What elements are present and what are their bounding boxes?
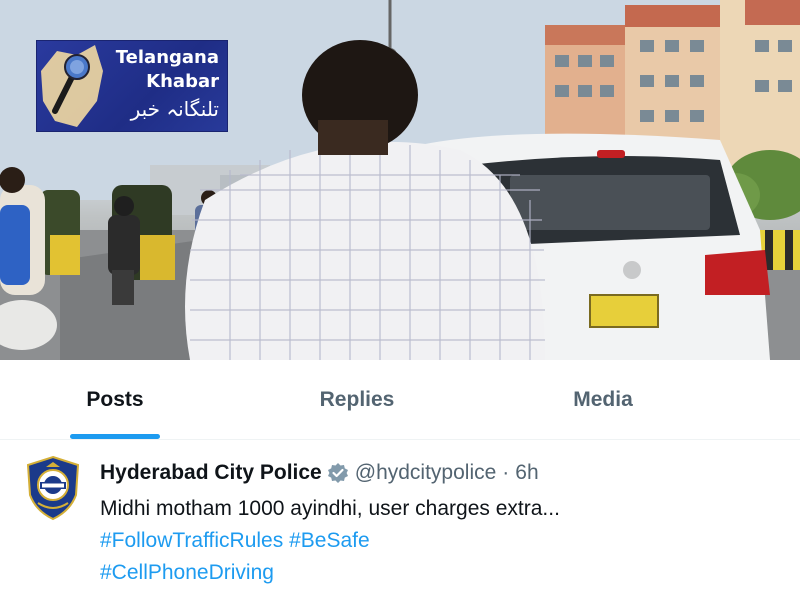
post-header: Hyderabad City Police @hydcitypolice · 6… (100, 461, 790, 485)
logo-urdu-text: تلنگانہ خبر (130, 97, 219, 121)
avatar[interactable] (24, 455, 82, 521)
logo-title-line1: Telangana (115, 47, 219, 68)
post-text: Midhi motham 1000 ayindhi, user charges … (100, 497, 560, 520)
logo-title-line2: Khabar (146, 71, 219, 92)
post-time[interactable]: 6h (515, 461, 538, 485)
hashtags-line1: #FollowTrafficRules #BeSafe (100, 525, 790, 557)
profile-banner-image: Telangana Khabar تلنگانہ خبر (0, 0, 800, 360)
hashtag-followtrafficrules[interactable]: #FollowTrafficRules (100, 529, 283, 552)
hashtags-line2: #CellPhoneDriving (100, 557, 790, 589)
hashtag-besafe[interactable]: #BeSafe (289, 529, 370, 552)
profile-tabs: Posts Replies Media (0, 360, 800, 440)
tab-media[interactable]: Media (518, 360, 688, 440)
police-badge-icon (26, 455, 80, 521)
verified-badge-icon (327, 462, 349, 484)
tab-posts[interactable]: Posts (30, 360, 200, 440)
post-body: Hyderabad City Police @hydcitypolice · 6… (100, 461, 790, 589)
active-tab-indicator (70, 434, 160, 439)
post-item[interactable]: Hyderabad City Police @hydcitypolice · 6… (0, 441, 800, 600)
separator-dot: · (502, 461, 510, 484)
hashtag-cellphonedriving[interactable]: #CellPhoneDriving (100, 561, 274, 584)
tab-replies[interactable]: Replies (272, 360, 442, 440)
author-handle[interactable]: @hydcitypolice (355, 461, 497, 485)
telangana-khabar-logo: Telangana Khabar تلنگانہ خبر (36, 40, 228, 132)
author-name[interactable]: Hyderabad City Police (100, 461, 322, 485)
microphone-icon (41, 45, 103, 127)
